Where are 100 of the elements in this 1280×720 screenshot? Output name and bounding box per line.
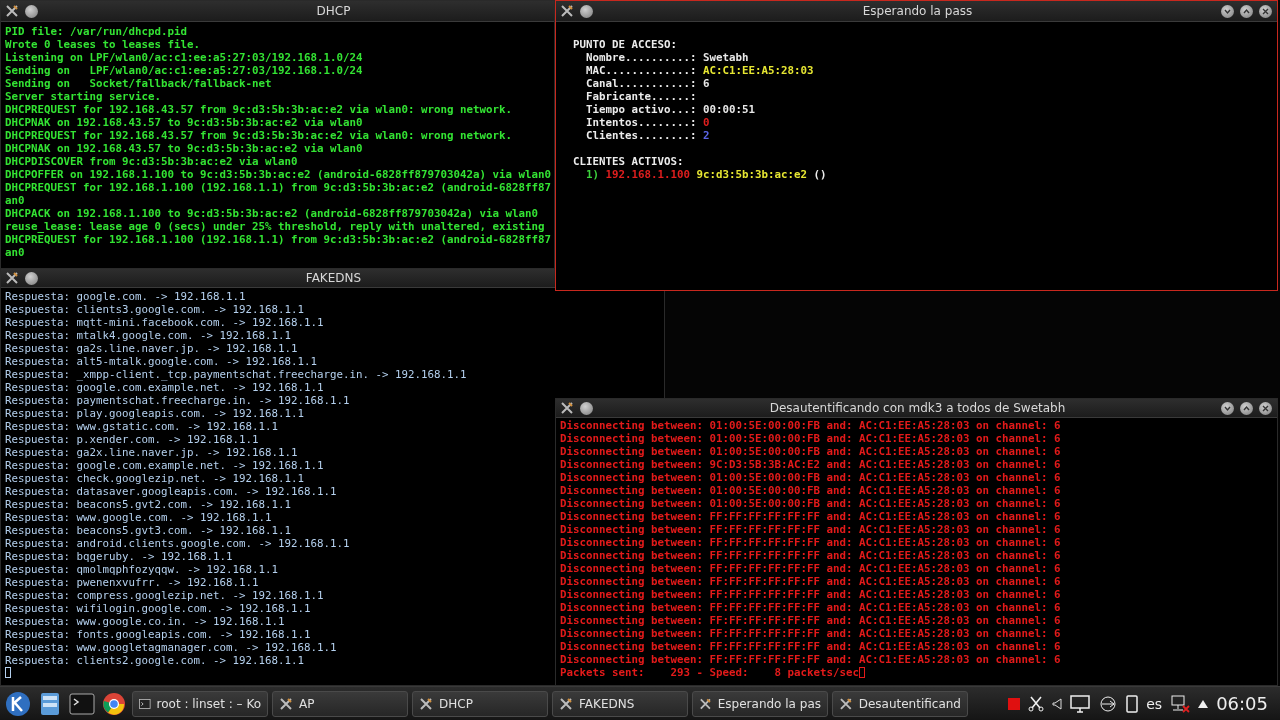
terminal-line: Disconnecting between: 01:00:5E:00:00:FB and: AC:C1:EE:A5:28:03 on channel: 6 [560, 432, 1061, 445]
crossed-tools-icon [279, 696, 293, 711]
terminal-line: Disconnecting between: 01:00:5E:00:00:FB and: AC:C1:EE:A5:28:03 on channel: 6 [560, 471, 1061, 484]
window-title: Desautentificando con mdk3 a todos de Swetabh [769, 400, 1066, 417]
client-mac: 9c:d3:5b:3b:ac:e2 [696, 168, 808, 181]
crossed-tools-icon [559, 696, 573, 711]
terminal-line: Respuesta: www.google.co.in. -> 192.168.1.1 [5, 615, 285, 628]
taskbar-button[interactable]: Esperando la pas [692, 690, 828, 717]
close-button[interactable] [1259, 4, 1272, 18]
client-name: () [813, 168, 827, 181]
terminal-line: DHCPACK on 192.168.1.100 to 9c:d3:5b:3b:ac:e2 (android-6828ff879703042a) via wlan0 [5, 207, 539, 220]
terminal-line: Sending on LPF/wlan0/ac:c1:ee:a5:27:03/192.168.1.0/24 [5, 64, 363, 77]
terminal-line: Respuesta: google.com.example.net. -> 192.168.1.1 [5, 381, 324, 394]
terminal-line: Respuesta: mtalk4.google.com. -> 192.168.1.1 [5, 329, 291, 342]
terminal-line: Disconnecting between: 01:00:5E:00:00:FB and: AC:C1:EE:A5:28:03 on channel: 6 [560, 419, 1061, 432]
taskbar-button[interactable]: FAKEDNS [552, 690, 688, 717]
taskbar-button[interactable]: Desautentificand [832, 690, 968, 717]
chevron-up-icon [1243, 404, 1250, 412]
phone-icon[interactable] [1126, 694, 1139, 713]
client-ip: 192.168.1.100 [605, 168, 691, 181]
speaker-icon[interactable] [1052, 697, 1063, 710]
terminal-line: Disconnecting between: FF:FF:FF:FF:FF:FF and: AC:C1:EE:A5:28:03 on channel: 6 [560, 601, 1061, 614]
field-value: 2 [703, 129, 710, 142]
terminal-line: DHCPREQUEST for 192.168.43.57 from 9c:d3:5b:3b:ac:e2 via wlan0: wrong network. [5, 103, 513, 116]
close-button[interactable] [1259, 401, 1272, 415]
window-title: FAKEDNS [305, 270, 362, 287]
start-menu-button[interactable] [4, 689, 32, 718]
terminal-line: Disconnecting between: FF:FF:FF:FF:FF:FF and: AC:C1:EE:A5:28:03 on channel: 6 [560, 614, 1061, 627]
clock[interactable]: 06:05 [1216, 693, 1268, 714]
text-cursor [859, 667, 865, 678]
terminal-line: Respuesta: compress.googlezip.net. -> 192.168.1.1 [5, 589, 324, 602]
text-cursor [5, 667, 11, 678]
terminal-line: Respuesta: check.googlezip.net. -> 192.168.1.1 [5, 472, 304, 485]
terminal-line: Respuesta: qmolmqphfozyqqw. -> 192.168.1.1 [5, 563, 278, 576]
terminal-line: Respuesta: clients3.google.com. -> 192.168.1.1 [5, 303, 304, 316]
field-label: Canal...........: [586, 77, 697, 90]
terminal-line: DHCPREQUEST for 192.168.1.100 (192.168.1.1) from 9c:d3:5b:3b:ac:e2 (android-6828ff87 [5, 181, 552, 194]
network-disconnected-icon[interactable] [1170, 694, 1191, 713]
maximize-button[interactable] [1240, 401, 1253, 415]
section-heading: PUNTO DE ACCESO: [573, 38, 678, 51]
field-label: Tiempo activo...: [586, 103, 697, 116]
terminal-line: Respuesta: _xmpp-client._tcp.paymentschat.freecharge.in. -> 192.168.1.1 [5, 368, 467, 381]
terminal-line: Respuesta: alt5-mtalk.google.com. -> 192.168.1.1 [5, 355, 317, 368]
terminal-line: Disconnecting between: 01:00:5E:00:00:FB and: AC:C1:EE:A5:28:03 on channel: 6 [560, 445, 1061, 458]
terminal-line: DHCPDISCOVER from 9c:d3:5b:3b:ac:e2 via wlan0 [5, 155, 298, 168]
terminal-line: Disconnecting between: FF:FF:FF:FF:FF:FF and: AC:C1:EE:A5:28:03 on channel: 6 [560, 523, 1061, 536]
scissors-icon[interactable] [1028, 695, 1045, 712]
window-menu-button[interactable] [25, 4, 38, 18]
terminal-line: Respuesta: clients2.google.com. -> 192.168.1.1 [5, 654, 304, 667]
terminal-line: Respuesta: p.xender.com. -> 192.168.1.1 [5, 433, 259, 446]
client-index: 1) [586, 168, 599, 181]
taskbar-button[interactable]: root : linset : – Ko [132, 690, 268, 717]
terminal-line: Respuesta: pwenenxvufrr. -> 192.168.1.1 [5, 576, 259, 589]
chevron-down-icon [1224, 404, 1231, 412]
close-icon [1262, 404, 1269, 412]
terminal-line: Disconnecting between: FF:FF:FF:FF:FF:FF and: AC:C1:EE:A5:28:03 on channel: 6 [560, 549, 1061, 562]
terminal-line: DHCPNAK on 192.168.43.57 to 9c:d3:5b:3b:ac:e2 via wlan0 [5, 116, 363, 129]
terminal-line: Disconnecting between: 01:00:5E:00:00:FB and: AC:C1:EE:A5:28:03 on channel: 6 [560, 497, 1061, 510]
window-title: DHCP [316, 3, 351, 20]
crossed-tools-icon [5, 4, 19, 18]
terminal-line: Respuesta: paymentschat.freecharge.in. -> 192.168.1.1 [5, 394, 350, 407]
keyboard-layout[interactable]: es [1146, 695, 1163, 712]
terminal-icon [139, 697, 151, 710]
field-label: Intentos........: [586, 116, 697, 129]
field-value: AC:C1:EE:A5:28:03 [703, 64, 814, 77]
crossed-tools-icon [5, 271, 19, 285]
terminal-line: Respuesta: beacons5.gvt2.com. -> 192.168.1.1 [5, 498, 291, 511]
terminal-line: Disconnecting between: 9C:D3:5B:3B:AC:E2 and: AC:C1:EE:A5:28:03 on channel: 6 [560, 458, 1061, 471]
window-menu-button[interactable] [25, 271, 38, 285]
terminal-line: Disconnecting between: FF:FF:FF:FF:FF:FF and: AC:C1:EE:A5:28:03 on channel: 6 [560, 653, 1061, 666]
terminal-line: Respuesta: www.gstatic.com. -> 192.168.1.1 [5, 420, 278, 433]
terminal-line: an0 [5, 246, 25, 259]
usb-icon[interactable] [1098, 695, 1119, 712]
terminal-line: Sending on Socket/fallback/fallback-net [5, 77, 272, 90]
terminal-line: Respuesta: ga2s.line.naver.jp. -> 192.168.1.1 [5, 342, 298, 355]
expand-arrow-icon[interactable] [1198, 699, 1209, 708]
minimize-button[interactable] [1221, 4, 1234, 18]
field-value: 00:00:51 [703, 103, 756, 116]
terminal-line: Respuesta: wifilogin.google.com. -> 192.168.1.1 [5, 602, 311, 615]
stop-icon[interactable] [1008, 697, 1021, 710]
taskbar-button[interactable]: DHCP [412, 690, 548, 717]
chevron-up-icon [1243, 7, 1250, 15]
terminal-line: Respuesta: beacons5.gvt3.com. -> 192.168.1.1 [5, 524, 291, 537]
minimize-button[interactable] [1221, 401, 1234, 415]
close-icon [1262, 7, 1269, 15]
taskbar-button[interactable]: AP [272, 690, 408, 717]
crossed-tools-icon [560, 401, 574, 415]
window-menu-button[interactable] [580, 4, 593, 18]
monitor-icon[interactable] [1070, 694, 1091, 713]
window-menu-button[interactable] [580, 401, 593, 415]
terminal-line: DHCPNAK on 192.168.43.57 to 9c:d3:5b:3b:ac:e2 via wlan0 [5, 142, 363, 155]
terminal-line: Respuesta: play.googleapis.com. -> 192.168.1.1 [5, 407, 304, 420]
maximize-button[interactable] [1240, 4, 1253, 18]
terminal-line: Respuesta: android.clients.google.com. -> 192.168.1.1 [5, 537, 350, 550]
terminal-line: Listening on LPF/wlan0/ac:c1:ee:a5:27:03/192.168.1.0/24 [5, 51, 363, 64]
terminal-line: DHCPREQUEST for 192.168.43.57 from 9c:d3:5b:3b:ac:e2 via wlan0: wrong network. [5, 129, 513, 142]
terminal-line: Packets sent: 293 - Speed: 8 packets/sec [560, 666, 859, 679]
terminal-line: Disconnecting between: FF:FF:FF:FF:FF:FF and: AC:C1:EE:A5:28:03 on channel: 6 [560, 640, 1061, 653]
terminal-line: Respuesta: datasaver.googleapis.com. -> 192.168.1.1 [5, 485, 337, 498]
terminal-line: reuse_lease: lease age 0 (secs) under 25% threshold, reply with unaltered, existing [5, 220, 545, 233]
